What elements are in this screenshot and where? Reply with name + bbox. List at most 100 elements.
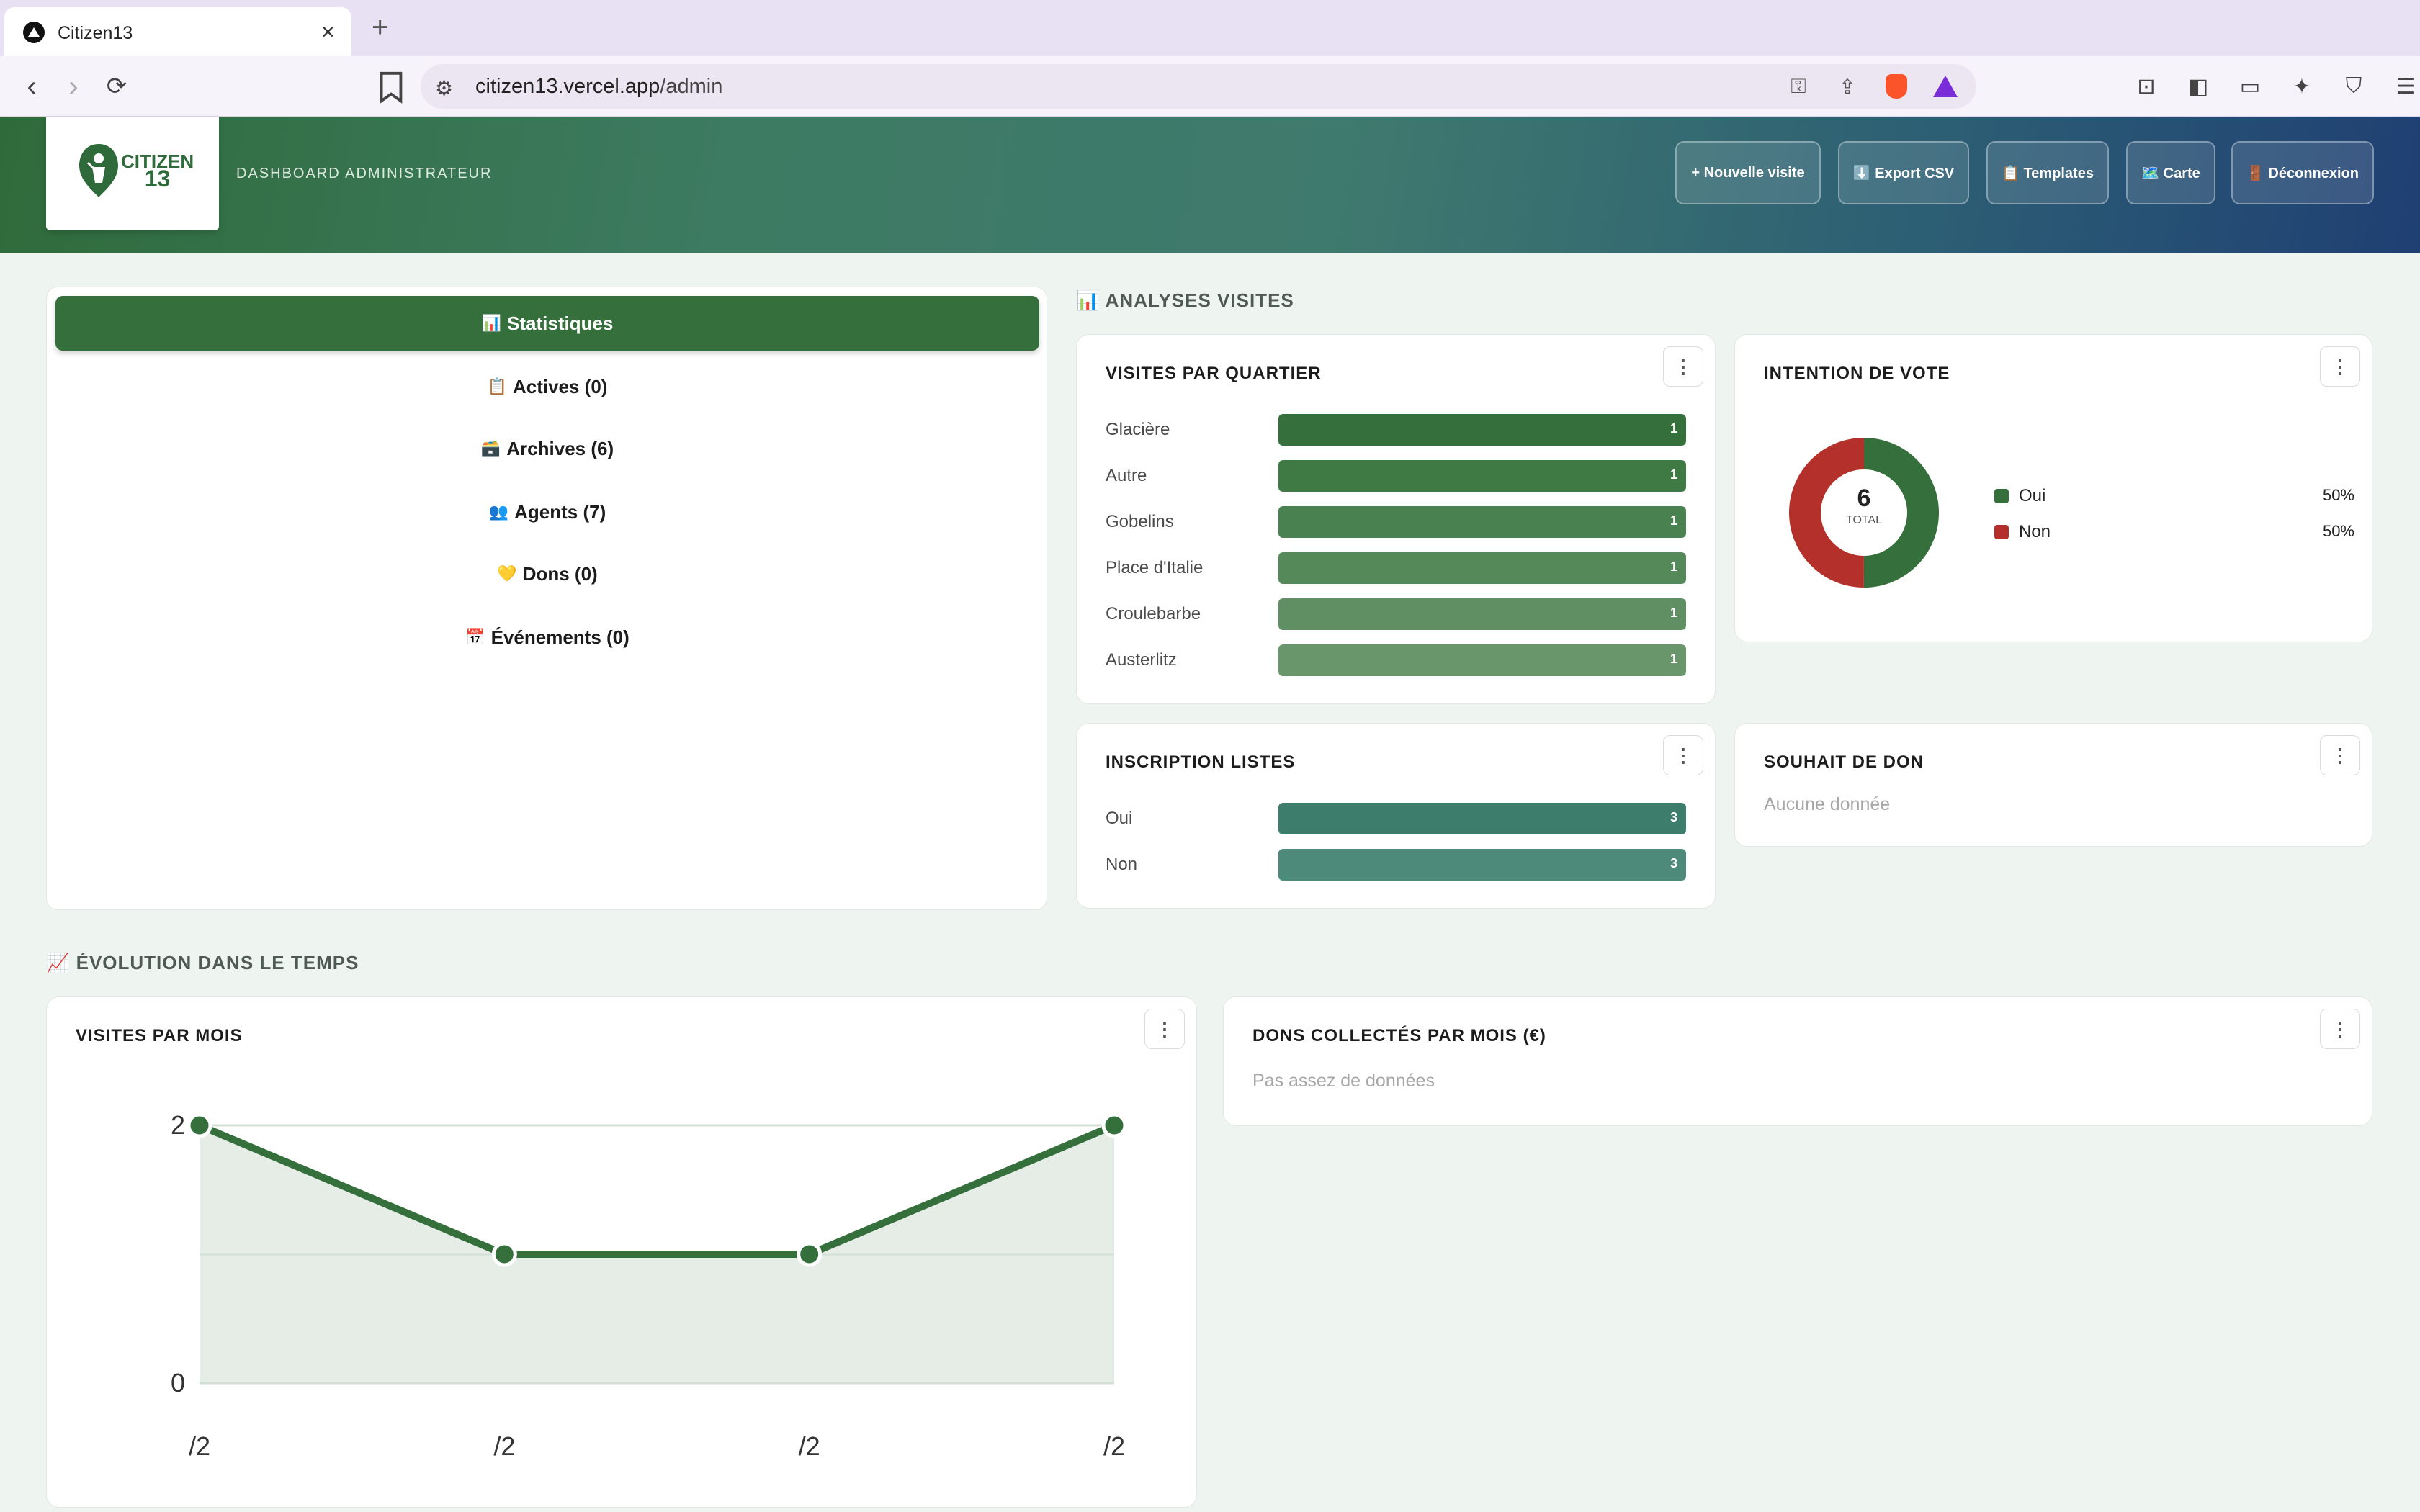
legend-swatch (1994, 489, 2009, 503)
bar-fill[interactable]: 1 (1278, 460, 1686, 492)
nav-agents[interactable]: 👥 Agents (7) (55, 485, 1039, 539)
leo-ai-icon[interactable]: ✦ (2287, 72, 2316, 101)
sidebar-toggle-icon[interactable]: ◧ (2184, 72, 2213, 101)
bar-value: 1 (1670, 652, 1677, 666)
bar-value: 1 (1670, 467, 1677, 482)
legend-item-oui: Oui 50% (1994, 483, 2354, 509)
bar-row: Non 3 (1106, 849, 1688, 881)
bar-fill[interactable]: 3 (1278, 849, 1686, 881)
trend-chart-icon: 📈 (46, 952, 71, 973)
nav-actives[interactable]: 📋 Actives (0) (55, 359, 1039, 414)
bar-track: 1 (1278, 414, 1686, 446)
bar-value: 1 (1670, 606, 1677, 620)
back-arrow-icon[interactable]: ‹ (14, 69, 49, 104)
donut-total-label: TOTAL (1845, 514, 1883, 526)
monthly-visits-card: VISITES PAR MOIS ⋮ 2 0/2/2/2/2 (46, 996, 1197, 1508)
chart-icon: 📊 (481, 314, 502, 332)
bar-label: Autre (1106, 466, 1147, 485)
brave-shields-icon[interactable] (1883, 73, 1910, 100)
donation-wish-card: SOUHAIT DE DON ⋮ Aucune donnée (1734, 723, 2372, 847)
bar-fill[interactable]: 1 (1278, 598, 1686, 630)
bar-fill[interactable]: 1 (1278, 414, 1686, 446)
tab-title: Citizen13 (58, 23, 133, 43)
vpn-shield-icon[interactable]: ⛉ (2339, 72, 2368, 101)
new-visit-button[interactable]: + Nouvelle visite (1675, 141, 1821, 204)
data-point[interactable] (1101, 1112, 1127, 1138)
app-header: CITIZEN 13 DASHBOARD ADMINISTRATEUR + No… (0, 117, 2420, 253)
monthly-visits-line-chart: 2 0/2/2/2/2 (171, 1110, 1127, 1461)
card-title: DONS COLLECTÉS PAR MOIS (€) (1252, 1026, 1546, 1045)
kebab-menu-icon[interactable]: ⋮ (2320, 346, 2360, 387)
menu-icon[interactable]: ☰ (2391, 72, 2420, 101)
bar-row: Gobelins 1 (1106, 506, 1688, 538)
monthly-donations-card: DONS COLLECTÉS PAR MOIS (€) ⋮ Pas assez … (1223, 996, 2372, 1126)
bar-label: Croulebarbe (1106, 604, 1201, 624)
kebab-menu-icon[interactable]: ⋮ (2320, 1009, 2360, 1049)
export-csv-button[interactable]: ⬇️ Export CSV (1838, 141, 1969, 204)
admin-nav-panel: 📊 Statistiques 📋 Actives (0) 🗃️ Archives… (46, 287, 1047, 910)
nav-statistiques[interactable]: 📊 Statistiques (55, 296, 1039, 351)
bar-label: Non (1106, 855, 1138, 874)
archive-box-icon: 🗃️ (480, 439, 501, 457)
key-icon[interactable]: ⚿ (1785, 73, 1812, 100)
bar-fill[interactable]: 1 (1278, 552, 1686, 584)
bar-value: 1 (1670, 421, 1677, 436)
templates-button[interactable]: 📋 Templates (1986, 141, 2109, 204)
bar-track: 3 (1278, 803, 1686, 834)
browser-toolbar: ‹ › ⟳ ⚙ citizen13.vercel.app/admin ⚿ ⇪ ⊡… (0, 56, 2420, 117)
bar-track: 1 (1278, 460, 1686, 492)
data-point[interactable] (187, 1112, 212, 1138)
site-settings-icon[interactable]: ⚙ (435, 76, 453, 100)
dashboard-subtitle: DASHBOARD ADMINISTRATEUR (236, 166, 493, 181)
clipboard-icon: 📋 (487, 377, 507, 395)
share-icon[interactable]: ⇪ (1834, 73, 1861, 100)
x-tick-label: /2 (799, 1431, 820, 1461)
map-button[interactable]: 🗺️ Carte (2126, 141, 2215, 204)
url-text[interactable]: citizen13.vercel.app/admin (475, 75, 722, 99)
nav-dons[interactable]: 💛 Dons (0) (55, 546, 1039, 601)
address-bar[interactable]: ⚙ citizen13.vercel.app/admin ⚿ ⇪ (421, 64, 1976, 109)
brave-rewards-icon[interactable] (1932, 73, 1959, 100)
reload-icon[interactable]: ⟳ (99, 69, 134, 104)
bar-row: Autre 1 (1106, 460, 1688, 492)
visits-by-district-card: VISITES PAR QUARTIER ⋮ Glacière 1 Autre 1 Go… (1076, 334, 1716, 704)
card-title: VISITES PAR QUARTIER (1106, 364, 1322, 383)
x-tick-label: /2 (493, 1431, 515, 1461)
data-point[interactable] (491, 1241, 517, 1267)
bar-track: 1 (1278, 552, 1686, 584)
browser-tab[interactable]: Citizen13 × (4, 7, 351, 56)
forward-arrow-icon[interactable]: › (56, 69, 91, 104)
bookmark-icon[interactable] (375, 69, 408, 105)
logout-button[interactable]: 🚪 Déconnexion (2231, 141, 2374, 204)
logo-emblem-icon (79, 144, 118, 197)
screenshot-icon[interactable]: ⊡ (2132, 72, 2161, 101)
chart-icon: 📊 (1076, 289, 1101, 311)
empty-state-text: Pas assez de données (1252, 1071, 1435, 1091)
tab-close-icon[interactable]: × (321, 19, 335, 45)
bar-row: Oui 3 (1106, 803, 1688, 834)
kebab-menu-icon[interactable]: ⋮ (2320, 735, 2360, 775)
new-tab-icon[interactable]: + (372, 12, 388, 43)
x-tick-label: /2 (189, 1431, 210, 1461)
bar-label: Glacière (1106, 420, 1170, 439)
nav-evenements[interactable]: 📅 Événements (0) (55, 610, 1039, 665)
data-point[interactable] (797, 1241, 823, 1267)
donut-total: 6 (1857, 485, 1871, 512)
kebab-menu-icon[interactable]: ⋮ (1663, 735, 1703, 775)
list-registration-card: INSCRIPTION LISTES ⋮ Oui 3 Non 3 (1076, 723, 1716, 909)
bar-value: 1 (1670, 559, 1677, 574)
bar-fill[interactable]: 1 (1278, 506, 1686, 538)
wallet-icon[interactable]: ▭ (2236, 72, 2264, 101)
people-icon: 👥 (488, 503, 509, 521)
kebab-menu-icon[interactable]: ⋮ (1663, 346, 1703, 387)
bar-label: Place d'Italie (1106, 558, 1204, 577)
vote-intention-card: INTENTION DE VOTE ⋮ 6 TOTAL Oui 50% Non … (1734, 334, 2372, 642)
logo[interactable]: CITIZEN 13 (46, 117, 219, 230)
empty-state-text: Aucune donnée (1764, 794, 1891, 814)
nav-archives[interactable]: 🗃️ Archives (6) (55, 421, 1039, 476)
bar-row: Place d'Italie 1 (1106, 552, 1688, 584)
bar-fill[interactable]: 1 (1278, 644, 1686, 676)
card-title: INTENTION DE VOTE (1764, 364, 1950, 383)
bar-fill[interactable]: 3 (1278, 803, 1686, 834)
bar-label: Austerlitz (1106, 650, 1177, 670)
